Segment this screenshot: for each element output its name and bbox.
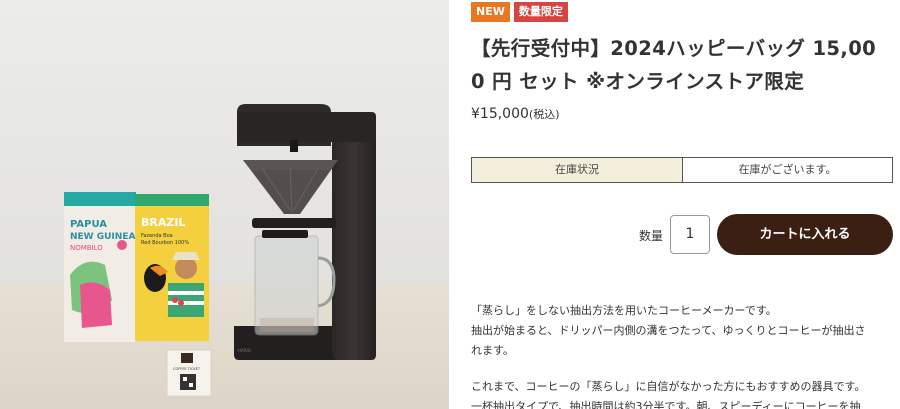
product-description: 「蒸らし」をしない抽出方法を用いたコーヒーメーカーです。 抽出が始まると、ドリッ… (471, 301, 900, 409)
coffee-ticket-card: COFFEE TICKET (166, 349, 212, 397)
description-line: 一杯抽出タイプで、抽出時間は約3分半です。朝、スピーディーにコーヒーを抽 (471, 400, 861, 409)
maker-brand: HARIO (238, 348, 251, 353)
description-line: これまで、コーヒーの「蒸らし」に自信がなかった方にもおすすめの器具です。 (471, 380, 866, 393)
product-title: 【先行受付中】2024ハッピーバッグ 15,00 0 円 セット ※オンラインス… (471, 32, 893, 98)
stock-status-table: 在庫状況 在庫がございます。 (471, 157, 893, 183)
product-title-line-1: 【先行受付中】2024ハッピーバッグ 15,00 (471, 37, 877, 60)
bag2-line-2: Fazenda Boa (141, 233, 173, 239)
description-line: れます。 (471, 344, 514, 357)
price-tax-note: (税込) (528, 108, 560, 121)
bag2-line-1: BRAZIL (141, 216, 185, 229)
coffee-bag-papua: PAPUA NEW GUINEA NOMBILO (64, 192, 136, 342)
product-photo: PAPUA NEW GUINEA NOMBILO BRAZIL Fazenda … (0, 0, 449, 409)
price-value: ¥15,000 (471, 106, 529, 122)
quantity-input[interactable]: 1 (670, 215, 710, 254)
limited-badge: 数量限定 (513, 2, 568, 22)
bag1-line-3: NOMBILO (70, 244, 103, 252)
quantity-label: 数量 (639, 229, 664, 243)
description-line: 「蒸らし」をしない抽出方法を用いたコーヒーメーカーです。 (471, 304, 777, 317)
product-detail-panel: NEW 数量限定 【先行受付中】2024ハッピーバッグ 15,00 0 円 セッ… (471, 0, 893, 409)
ticket-text: COFFEE TICKET (173, 367, 201, 371)
new-badge: NEW (471, 2, 510, 22)
coffee-bag-brazil: BRAZIL Fazenda Boa Red Bourbon 100% (135, 194, 209, 341)
description-line: 抽出が始まると、ドリッパー内側の溝をつたって、ゆっくりとコーヒーが抽出さ (471, 324, 866, 337)
badge-group: NEW 数量限定 (471, 2, 568, 22)
product-title-line-2: 0 円 セット ※オンラインストア限定 (471, 70, 805, 93)
bag1-line-2: NEW GUINEA (70, 232, 135, 242)
stock-status-value: 在庫がございます。 (738, 163, 837, 176)
stock-status-label: 在庫状況 (472, 158, 683, 182)
product-price: ¥15,000(税込) (471, 106, 560, 122)
bag2-line-3: Red Bourbon 100% (141, 240, 189, 246)
product-image: PAPUA NEW GUINEA NOMBILO BRAZIL Fazenda … (0, 0, 449, 409)
bag1-line-1: PAPUA (70, 219, 107, 230)
add-to-cart-button[interactable]: カートに入れる (717, 214, 893, 255)
